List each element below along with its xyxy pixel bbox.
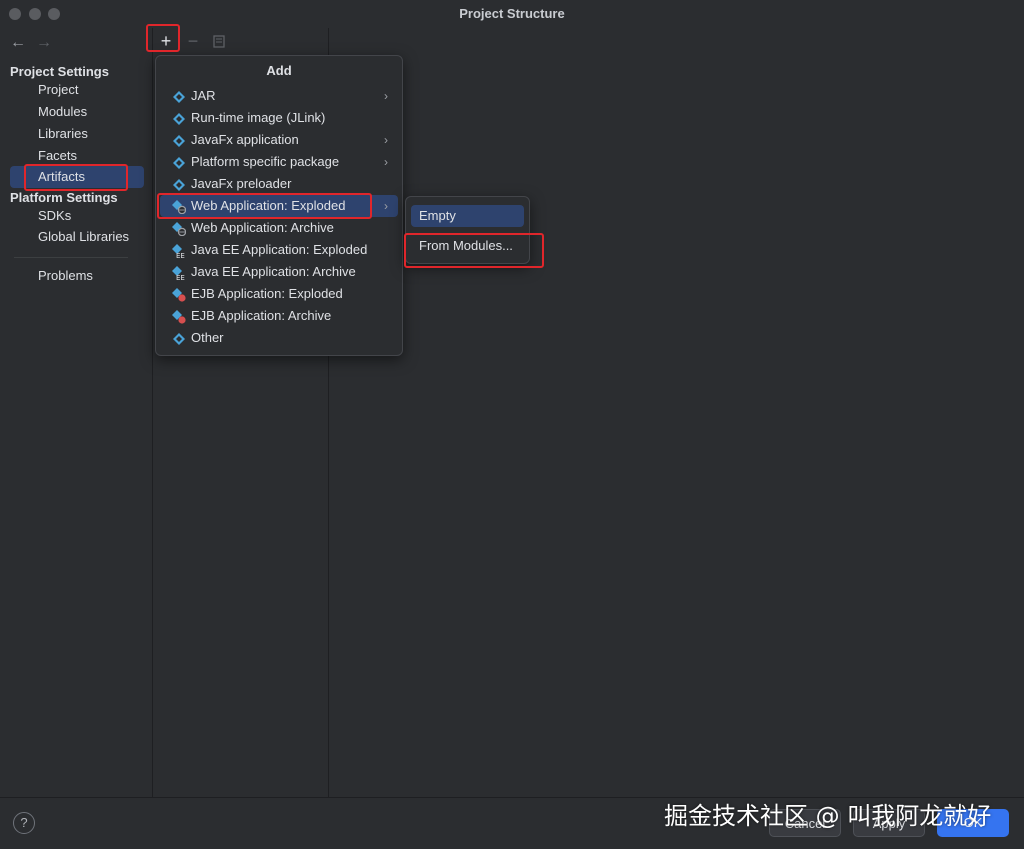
- javaee-artifact-icon: EE: [172, 265, 186, 282]
- submenu-item-from-modules[interactable]: From Modules...: [411, 235, 524, 257]
- menu-item-label: EJB Application: Exploded: [191, 286, 343, 301]
- watermark-text: 掘金技术社区 @ 叫我阿龙就好: [664, 802, 992, 830]
- menu-item-java-ee-application-exploded[interactable]: EE Java EE Application: Exploded: [160, 239, 398, 261]
- menu-item-ejb-application-archive[interactable]: EJB Application: Archive: [160, 305, 398, 327]
- window-title: Project Structure: [459, 6, 565, 21]
- chevron-right-icon: ›: [384, 133, 388, 147]
- project-settings-header: Project Settings: [10, 64, 109, 79]
- sidebar-item-facets[interactable]: Facets: [10, 145, 144, 167]
- menu-item-label: JavaFx preloader: [191, 176, 292, 191]
- menu-item-other[interactable]: Other: [160, 327, 398, 349]
- sidebar-item-problems[interactable]: Problems: [10, 265, 144, 287]
- menu-item-web-application-archive[interactable]: Web Application: Archive: [160, 217, 398, 239]
- remove-icon[interactable]: −: [182, 30, 204, 52]
- svg-text:EE: EE: [176, 274, 185, 280]
- menu-item-javafx-preloader[interactable]: JavaFx preloader: [160, 173, 398, 195]
- back-arrow-icon[interactable]: ←: [10, 34, 26, 52]
- add-icon[interactable]: +: [155, 30, 177, 52]
- add-artifact-menu: Add JAR › Run-time image (JLink) JavaFx app…: [155, 55, 403, 356]
- sidebar-item-modules[interactable]: Modules: [10, 101, 144, 123]
- menu-item-label: Java EE Application: Exploded: [191, 242, 368, 257]
- forward-arrow-icon[interactable]: →: [36, 34, 52, 52]
- add-menu-title: Add: [266, 63, 292, 78]
- platform-settings-header: Platform Settings: [10, 190, 118, 205]
- chevron-right-icon: ›: [384, 89, 388, 103]
- menu-item-label: JAR: [191, 88, 216, 103]
- web-artifact-icon: [172, 199, 187, 215]
- menu-item-java-ee-application-archive[interactable]: EE Java EE Application: Archive: [160, 261, 398, 283]
- artifact-icon: [172, 331, 186, 345]
- sidebar-item-artifacts[interactable]: Artifacts: [10, 166, 144, 188]
- web-exploded-submenu: Empty From Modules...: [405, 196, 530, 264]
- menu-item-label: Other: [191, 330, 224, 345]
- artifact-icon: [172, 177, 186, 191]
- web-artifact-icon: [172, 221, 187, 237]
- sidebar-item-project[interactable]: Project: [10, 79, 144, 101]
- artifact-icon: [172, 155, 186, 169]
- artifact-icon: [172, 111, 186, 125]
- artifact-icon: [172, 89, 186, 103]
- svg-text:EE: EE: [176, 252, 185, 258]
- submenu-item-empty[interactable]: Empty: [411, 205, 524, 227]
- menu-item-jar[interactable]: JAR ›: [160, 85, 398, 107]
- menu-item-platform-specific-package[interactable]: Platform specific package ›: [160, 151, 398, 173]
- chevron-right-icon: ›: [384, 199, 388, 213]
- ejb-artifact-icon: [172, 287, 186, 302]
- menu-item-label: Java EE Application: Archive: [191, 264, 356, 279]
- chevron-right-icon: ›: [384, 155, 388, 169]
- sidebar-item-global-libraries[interactable]: Global Libraries: [10, 226, 144, 248]
- help-button[interactable]: ?: [13, 812, 35, 834]
- menu-item-ejb-application-exploded[interactable]: EJB Application: Exploded: [160, 283, 398, 305]
- menu-item-web-application-exploded[interactable]: Web Application: Exploded ›: [160, 195, 398, 217]
- menu-item-run-time-image-jlink[interactable]: Run-time image (JLink): [160, 107, 398, 129]
- sidebar-item-sdks[interactable]: SDKs: [10, 205, 144, 227]
- ejb-artifact-icon: [172, 309, 186, 324]
- menu-item-label: Web Application: Archive: [191, 220, 334, 235]
- menu-item-label: JavaFx application: [191, 132, 299, 147]
- artifact-details-panel: [329, 28, 1024, 797]
- menu-item-label: Web Application: Exploded: [191, 198, 346, 213]
- copy-icon[interactable]: [208, 30, 230, 52]
- menu-item-label: Platform specific package: [191, 154, 340, 169]
- javaee-artifact-icon: EE: [172, 243, 186, 260]
- menu-item-javafx-application[interactable]: JavaFx application ›: [160, 129, 398, 151]
- sidebar-divider: [14, 257, 128, 258]
- sidebar-item-libraries[interactable]: Libraries: [10, 123, 144, 145]
- menu-item-label: EJB Application: Archive: [191, 308, 332, 323]
- artifact-icon: [172, 133, 186, 147]
- menu-item-label: Run-time image (JLink): [191, 110, 326, 125]
